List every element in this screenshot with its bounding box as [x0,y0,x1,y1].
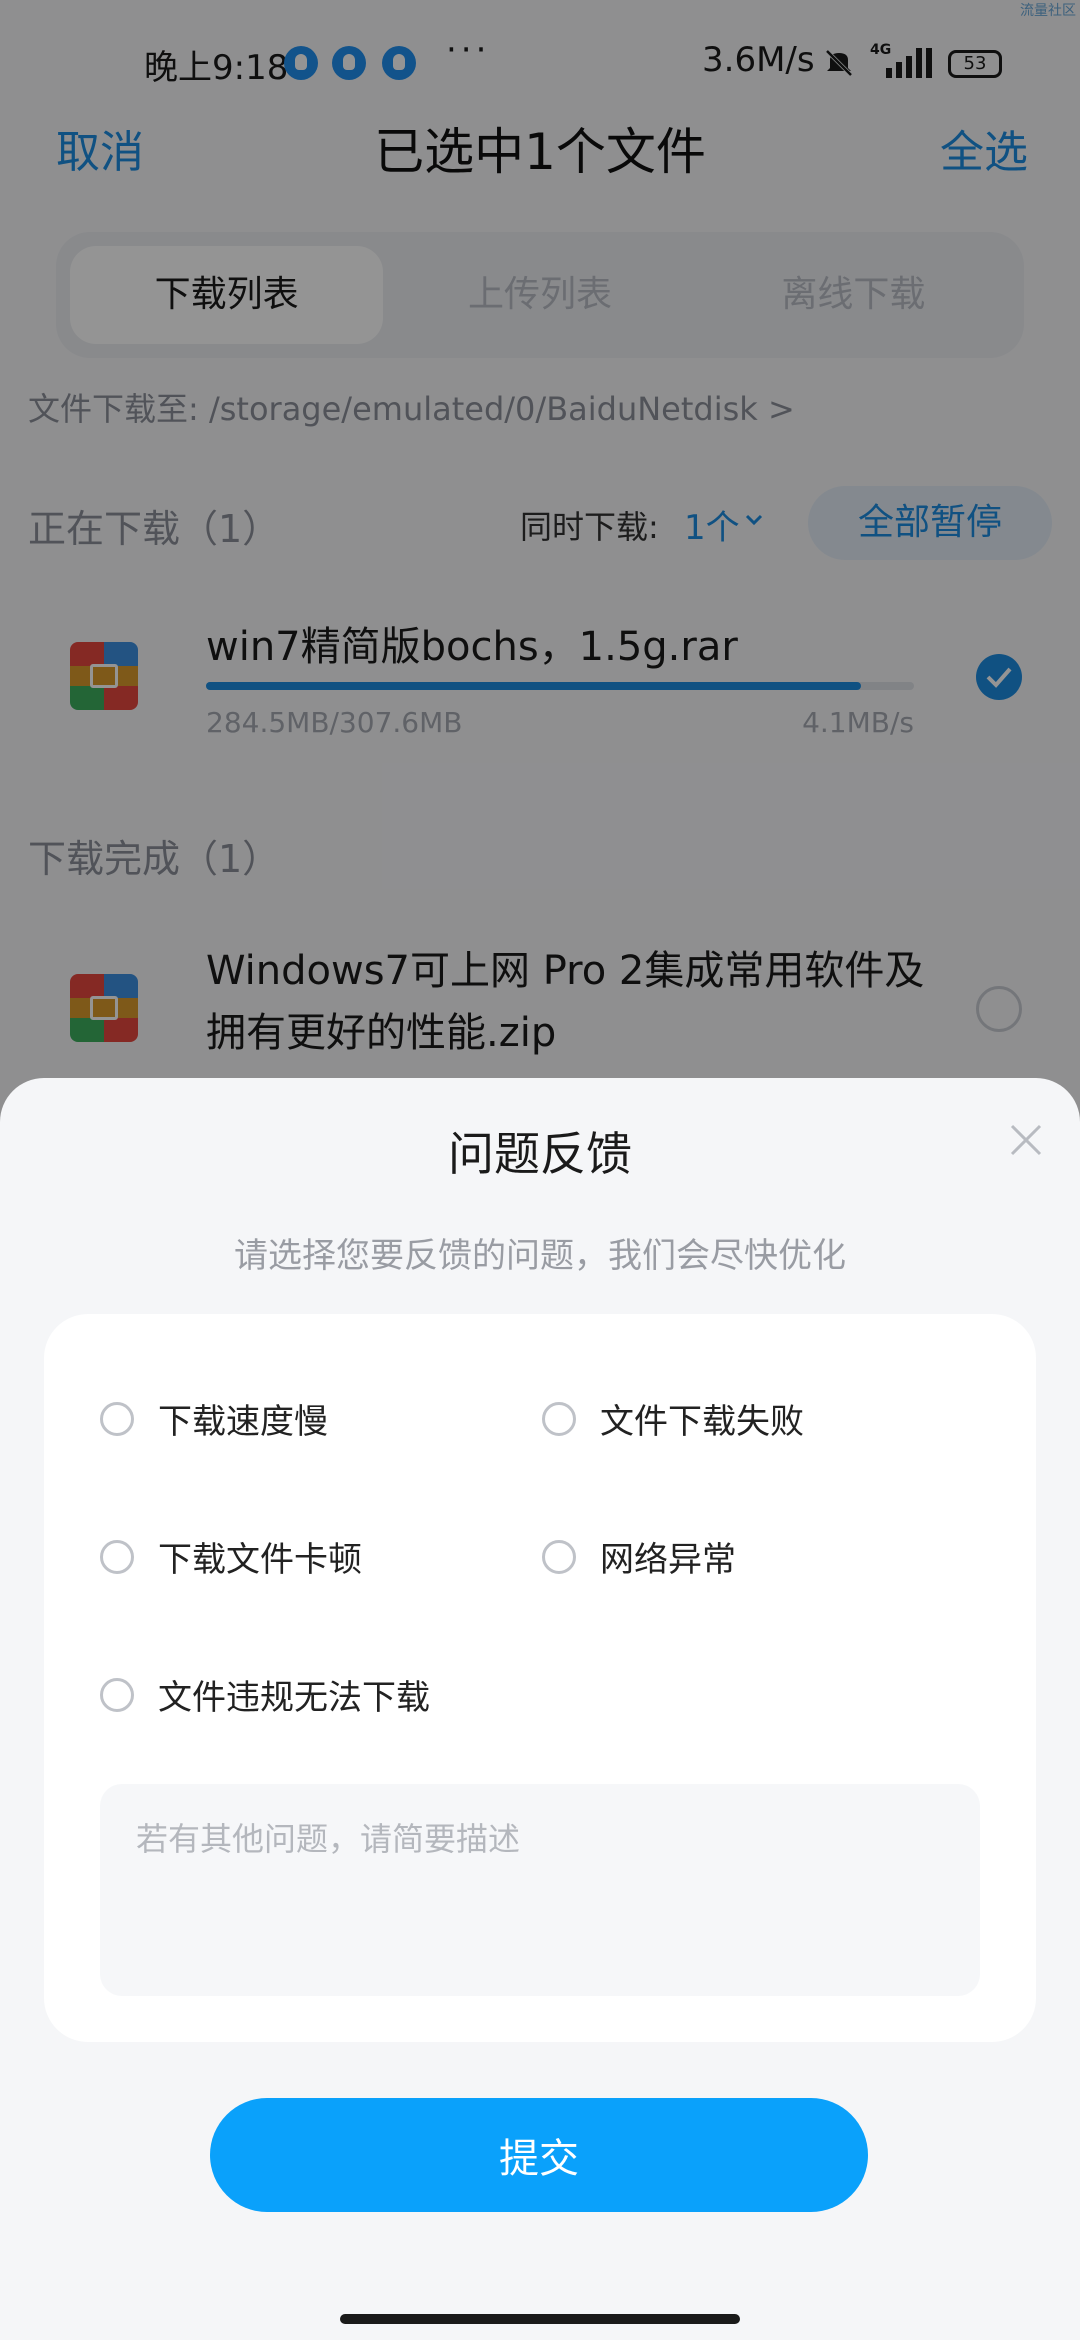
option-label: 文件违规无法下载 [158,1678,430,1718]
radio-button[interactable] [100,1677,134,1712]
sheet-subtitle: 请选择您要反馈的问题，我们会尽快优化 [234,1236,846,1276]
option-file-violation[interactable]: 文件违规无法下载 [100,1670,430,1719]
option-file-stutter[interactable]: 下载文件卡顿 [100,1532,362,1581]
option-download-failed[interactable]: 文件下载失败 [542,1394,804,1443]
sheet-title: 问题反馈 [448,1127,632,1181]
option-slow-speed[interactable]: 下载速度慢 [100,1394,328,1443]
description-input[interactable] [100,1784,980,1996]
option-label: 网络异常 [600,1540,736,1580]
screen: 晚上9:18 ··· 3.6M/s 4G 53 流量社区 取消 已选中1个文件 … [0,0,1080,2340]
radio-button[interactable] [542,1401,576,1436]
option-network-error[interactable]: 网络异常 [542,1532,736,1581]
option-label: 下载文件卡顿 [158,1540,362,1580]
feedback-sheet: 问题反馈 请选择您要反馈的问题，我们会尽快优化 下载速度慢 文件下载失败 下载文… [0,1078,1080,2340]
radio-button[interactable] [542,1539,576,1574]
radio-button[interactable] [100,1539,134,1574]
radio-button[interactable] [100,1401,134,1436]
option-label: 文件下载失败 [600,1402,804,1442]
close-icon[interactable] [1006,1120,1046,1160]
home-indicator[interactable] [340,2314,740,2324]
option-label: 下载速度慢 [158,1402,328,1442]
submit-button[interactable]: 提交 [210,2098,868,2212]
feedback-options-card: 下载速度慢 文件下载失败 下载文件卡顿 网络异常 文件违规无法下载 [44,1314,1036,2042]
